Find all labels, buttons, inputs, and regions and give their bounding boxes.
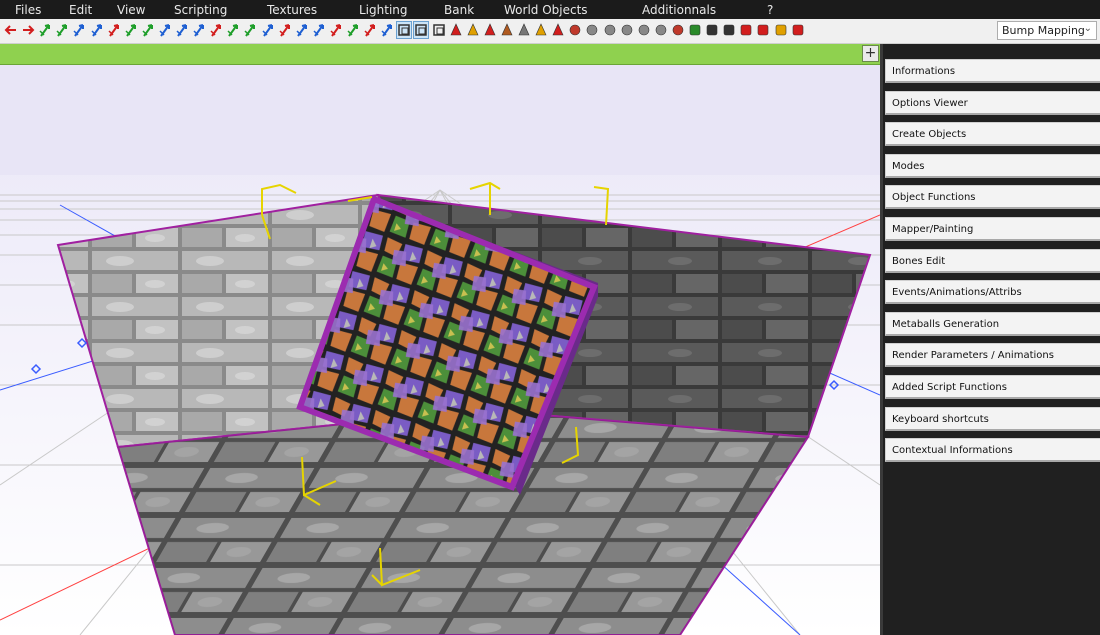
menu-textures[interactable]: Textures (267, 3, 317, 17)
scene-render[interactable] (0, 65, 880, 635)
panel-button-events-animations-attribs[interactable]: Events/Animations/Attribs (885, 280, 1100, 305)
record-icon[interactable] (756, 22, 770, 38)
select-multi-icon[interactable] (413, 21, 430, 39)
viewport-add-button[interactable]: + (862, 45, 879, 62)
panel-button-bones-edit[interactable]: Bones Edit (885, 248, 1100, 273)
menu-additionnals[interactable]: Additionnals (642, 3, 716, 17)
scale-xy-red-icon[interactable] (209, 22, 223, 38)
panel-button-modes[interactable]: Modes (885, 153, 1100, 178)
menu-edit[interactable]: Edit (69, 3, 92, 17)
light-yellow-icon[interactable] (466, 22, 480, 38)
menu-files[interactable]: Files (15, 3, 41, 17)
cone-icon[interactable] (483, 22, 497, 38)
menu-view[interactable]: View (117, 3, 145, 17)
light-red-icon[interactable] (449, 22, 463, 38)
rotate-z-green-icon[interactable] (141, 22, 155, 38)
panel-button-informations[interactable]: Informations (885, 59, 1100, 83)
play-icon[interactable] (551, 22, 565, 38)
axis-zy-blue-icon[interactable] (175, 22, 189, 38)
axis-x-blue-icon[interactable] (90, 22, 104, 38)
sphere-icon[interactable] (654, 22, 668, 38)
mode-select-value: Bump Mapping (1002, 24, 1085, 37)
mesh-grey2-icon[interactable] (603, 22, 617, 38)
bone-icon[interactable] (500, 22, 514, 38)
stop-icon[interactable] (739, 22, 753, 38)
mesh-grey3-icon[interactable] (620, 22, 634, 38)
save-icon[interactable] (671, 22, 685, 38)
scale-y-green-icon[interactable] (226, 22, 240, 38)
menu-[interactable]: ? (767, 3, 773, 17)
panel-button-create-objects[interactable]: Create Objects (885, 122, 1100, 147)
menu-lighting[interactable]: Lighting (359, 3, 408, 17)
axis-xyz-blue-icon[interactable] (158, 22, 172, 38)
mesh-grey-icon[interactable] (585, 22, 599, 38)
wand-icon[interactable] (517, 22, 531, 38)
axis-z-blue-icon[interactable] (72, 22, 86, 38)
brush-blue2-icon[interactable] (380, 22, 394, 38)
rotate-x-red-icon[interactable] (107, 22, 121, 38)
scale-yz-green-icon[interactable] (243, 22, 257, 38)
chevron-down-icon: ⌄ (1083, 23, 1092, 34)
paint-red-icon[interactable] (278, 22, 292, 38)
viewport-3d[interactable]: + (0, 44, 880, 635)
panel-button-contextual-informations[interactable]: Contextual Informations (885, 438, 1100, 463)
panel-button-metaballs-generation[interactable]: Metaballs Generation (885, 311, 1100, 336)
move-down-green-icon[interactable] (55, 22, 69, 38)
move-up-green-icon[interactable] (38, 22, 52, 38)
menu-bank[interactable]: Bank (444, 3, 474, 17)
bottle-icon[interactable] (688, 22, 702, 38)
camera-icon[interactable] (568, 22, 582, 38)
panel-button-object-functions[interactable]: Object Functions (885, 185, 1100, 210)
warning-icon[interactable] (774, 22, 788, 38)
toolbar: Bump Mapping ⌄ (0, 19, 1100, 44)
arrow-left-red-icon[interactable] (4, 22, 18, 38)
brush-red2-icon[interactable] (363, 22, 377, 38)
scale-x-blue-icon[interactable] (192, 22, 206, 38)
grid-icon[interactable] (791, 22, 805, 38)
mesh-grey4-icon[interactable] (637, 22, 651, 38)
brush-red-icon[interactable] (329, 22, 343, 38)
disk-icon[interactable] (705, 22, 719, 38)
menu-scripting[interactable]: Scripting (174, 3, 227, 17)
rotate-y-green-icon[interactable] (124, 22, 138, 38)
right-panel: Informations Options Viewer Create Objects… (880, 44, 1100, 635)
panel-button-added-script-functions[interactable]: Added Script Functions (885, 375, 1100, 399)
paint-blue-icon[interactable] (295, 22, 309, 38)
panel-button-keyboard-shortcuts[interactable]: Keyboard shortcuts (885, 406, 1100, 431)
menu-bar: Files Edit View Scripting Textures Lighting Ba… (0, 0, 1100, 19)
monitor-icon[interactable] (722, 22, 736, 38)
mode-select[interactable]: Bump Mapping ⌄ (997, 21, 1097, 40)
cube-icon[interactable] (432, 22, 446, 38)
bulb-icon[interactable] (534, 22, 548, 38)
brush-green-icon[interactable] (346, 22, 360, 38)
panel-button-render-parameters-animations[interactable]: Render Parameters / Animations (885, 343, 1100, 368)
panel-button-mapper-painting[interactable]: Mapper/Painting (885, 217, 1100, 241)
scale-z-blue-icon[interactable] (261, 22, 275, 38)
brush-blue-icon[interactable] (312, 22, 326, 38)
arrow-right-red-icon[interactable] (21, 22, 35, 38)
menu-world-objects[interactable]: World Objects (504, 3, 588, 17)
viewport-header: + (0, 44, 880, 65)
select-box-icon[interactable] (396, 21, 413, 39)
panel-button-options-viewer[interactable]: Options Viewer (885, 90, 1100, 115)
